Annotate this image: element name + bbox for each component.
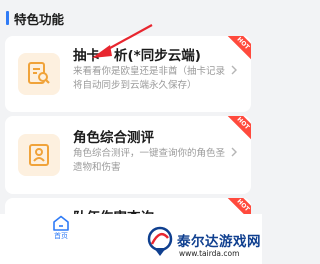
section-header: 特色功能 <box>0 0 262 36</box>
watermark-title: 泰尔达游戏网 <box>177 234 261 250</box>
card-title: 角色综合测评 <box>73 130 154 146</box>
hot-badge: HOT <box>223 36 251 63</box>
watermark-url: www.tairda.com <box>179 249 240 258</box>
card-description: 角色综合测评，一键查询你的角色圣遗物和伤害 <box>73 148 226 173</box>
watermark-logo <box>147 226 173 256</box>
chevron-right-icon <box>231 147 237 157</box>
card-description: 来看看你是欧皇还是非酋（抽卡记录将自动同步到云端永久保存） <box>73 66 226 91</box>
card-gacha-analysis[interactable]: 抽卡 析(*同步云端) 来看看你是欧皇还是非酋（抽卡记录将自动同步到云端永久保存）… <box>5 36 251 112</box>
nav-item-home[interactable]: 首页 <box>50 214 72 248</box>
card-title: 抽卡 析(*同步云端) <box>73 48 201 64</box>
section-title: 特色功能 <box>14 12 65 27</box>
home-icon <box>53 215 69 231</box>
section-accent-bar <box>6 11 9 25</box>
character-card-icon <box>18 134 60 176</box>
card-character-evaluation[interactable]: 角色综合测评 角色综合测评，一键查询你的角色圣遗物和伤害 HOT <box>5 116 251 194</box>
chevron-right-icon <box>231 65 237 75</box>
home-label: 首页 <box>54 232 68 240</box>
document-search-icon <box>18 53 60 95</box>
hot-badge: HOT <box>223 116 251 143</box>
watermark: 泰尔达游戏网 www.tairda.com <box>145 226 262 264</box>
